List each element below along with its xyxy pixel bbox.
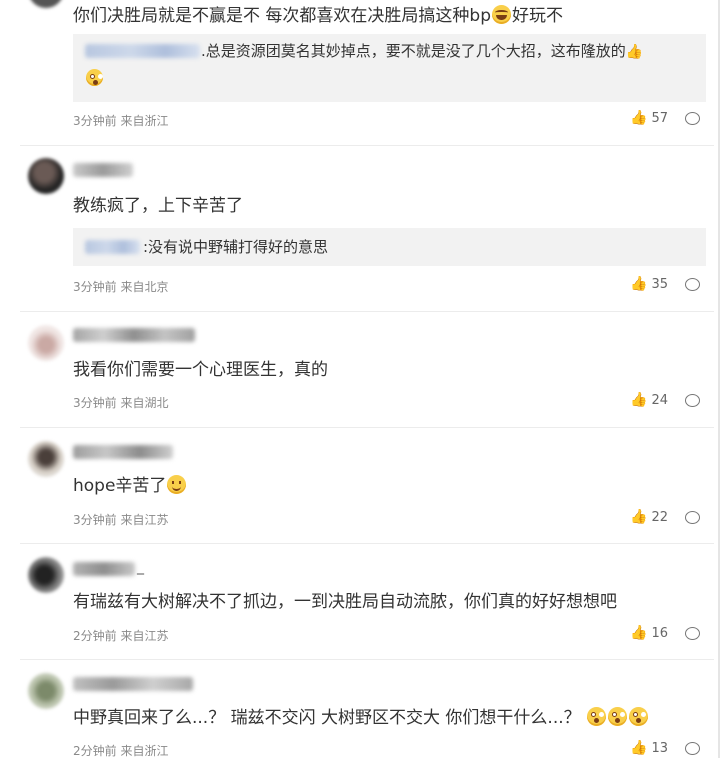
comment-text: hope辛苦了 (73, 475, 187, 497)
comment-text: 我看你们需要一个心理医生，真的 (73, 360, 328, 380)
like-button[interactable]: 👍 22 (630, 509, 668, 525)
thumbs-up-emoji-icon: 👍 (625, 44, 644, 60)
comment-item: 我看你们需要一个心理医生，真的 3分钟前 来自湖北 👍 24 (0, 311, 720, 427)
comment-meta: 2分钟前 来自江苏 (73, 629, 169, 643)
avatar[interactable] (28, 0, 64, 8)
reply-quote[interactable]: :没有说中野辅打得好的意思 (73, 228, 706, 266)
comment-icon[interactable] (685, 112, 700, 125)
username[interactable] (73, 445, 173, 459)
like-button[interactable]: 👍 35 (630, 276, 668, 292)
shock-emoji-icon (587, 707, 607, 726)
comment-text: 你们决胜局就是不赢是不 每次都喜欢在决胜局搞这种bp 好玩不 (73, 5, 563, 26)
shock-emoji-icon (608, 707, 628, 726)
thumbs-up-icon: 👍 (630, 110, 648, 126)
comment-icon[interactable] (685, 394, 700, 407)
comment-item: 中野真回来了么...？ 瑞兹不交闪 大树野区不交大 你们想干什么...？ 2分钟… (0, 659, 720, 758)
like-button[interactable]: 👍 16 (630, 625, 668, 641)
comment-icon[interactable] (685, 742, 700, 755)
avatar[interactable] (28, 673, 64, 709)
like-button[interactable]: 👍 57 (630, 110, 668, 126)
username[interactable] (73, 328, 195, 342)
thumbs-up-icon: 👍 (630, 625, 648, 641)
comment-meta: 3分钟前 来自江苏 (73, 513, 169, 527)
comment-text: 中野真回来了么...？ 瑞兹不交闪 大树野区不交大 你们想干什么...？ (73, 707, 649, 729)
shock-emoji-icon (629, 707, 649, 726)
username[interactable] (73, 562, 135, 576)
comment-icon[interactable] (685, 278, 700, 291)
comment-item: 教练疯了，上下辛苦了 :没有说中野辅打得好的意思 3分钟前 来自北京 👍 35 (0, 145, 720, 311)
comment-item: hope辛苦了 3分钟前 来自江苏 👍 22 (0, 427, 720, 543)
username-suffix: _ (137, 559, 144, 575)
avatar[interactable] (28, 325, 64, 361)
comment-icon[interactable] (685, 511, 700, 524)
smile-emoji-icon (167, 475, 187, 494)
like-button[interactable]: 👍 24 (630, 392, 668, 408)
laugh-emoji-icon (492, 5, 511, 24)
thumbs-up-icon: 👍 (630, 392, 648, 408)
comment-icon[interactable] (685, 627, 700, 640)
thumbs-up-icon: 👍 (630, 509, 648, 525)
comment-text: 有瑞兹有大树解决不了抓边，一到决胜局自动流脓，你们真的好好想想吧 (73, 592, 617, 612)
reply-username[interactable] (85, 240, 140, 254)
thumbs-up-icon: 👍 (630, 276, 648, 292)
reply-text: .总是资源团莫名其妙掉点，要不就是没了几个大招，这布隆放的👍 (201, 42, 644, 60)
reply-text: :没有说中野辅打得好的意思 (143, 238, 329, 256)
comment-meta: 2分钟前 来自浙江 (73, 744, 169, 758)
avatar[interactable] (28, 158, 64, 194)
username[interactable] (73, 677, 193, 691)
avatar[interactable] (28, 557, 64, 593)
comment-meta: 3分钟前 来自北京 (73, 280, 169, 294)
thumbs-up-icon: 👍 (630, 740, 648, 756)
comment-meta: 3分钟前 来自湖北 (73, 396, 169, 410)
shock-emoji-icon (86, 69, 103, 86)
comment-feed: 你们决胜局就是不赢是不 每次都喜欢在决胜局搞这种bp 好玩不 .总是资源团莫名其妙… (0, 0, 720, 758)
reply-username[interactable] (85, 44, 200, 58)
like-button[interactable]: 👍 13 (630, 740, 668, 756)
comment-meta: 3分钟前 来自浙江 (73, 114, 169, 128)
username[interactable] (73, 163, 133, 177)
comment-item: 你们决胜局就是不赢是不 每次都喜欢在决胜局搞这种bp 好玩不 .总是资源团莫名其妙… (0, 0, 720, 145)
reply-emoji (85, 68, 104, 87)
comment-item: _ 有瑞兹有大树解决不了抓边，一到决胜局自动流脓，你们真的好好想想吧 2分钟前 … (0, 543, 720, 659)
reply-quote[interactable]: .总是资源团莫名其妙掉点，要不就是没了几个大招，这布隆放的👍 (73, 34, 706, 102)
avatar[interactable] (28, 441, 64, 477)
comment-text: 教练疯了，上下辛苦了 (73, 196, 243, 216)
